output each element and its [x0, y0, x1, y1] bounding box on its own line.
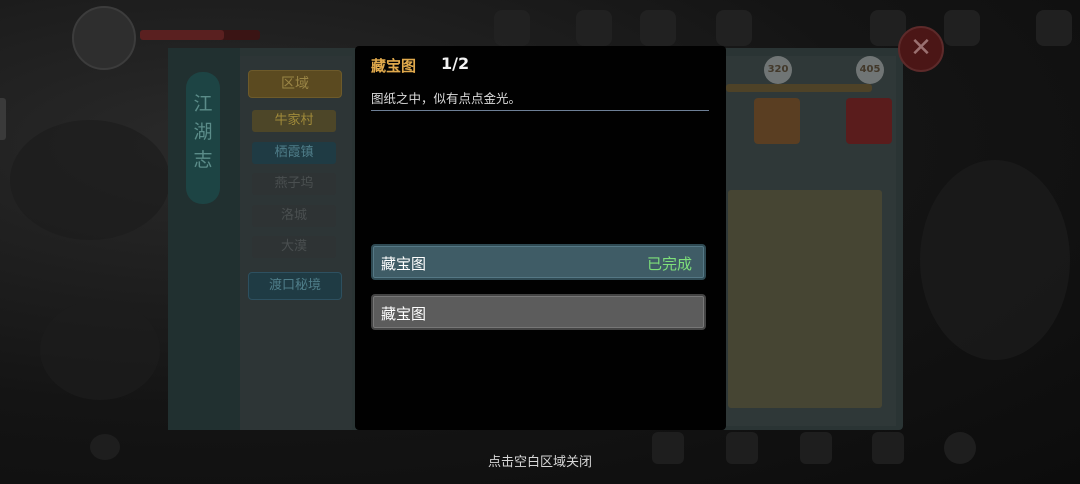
region-header: 区域 [248, 70, 342, 98]
quest-step-status: 已完成 [646, 255, 692, 273]
top-menu-icon [494, 10, 530, 46]
backdrop-decoration [10, 120, 170, 240]
quest-step-label: 藏宝图 [381, 305, 427, 323]
popup-title: 藏宝图 [371, 57, 417, 75]
region-map [728, 190, 882, 408]
quest-step-label: 藏宝图 [381, 255, 427, 273]
region-item: 洛城 [252, 205, 336, 227]
side-collapse-handle [0, 98, 6, 140]
popup-divider [371, 110, 709, 111]
score-bubble: 405 [856, 56, 884, 84]
top-menu-icon [1036, 10, 1072, 46]
player-avatar [72, 6, 136, 70]
close-icon: ✕ [910, 33, 932, 63]
secret-area-button: 渡口秘境 [248, 272, 342, 300]
reward-chest [846, 98, 892, 144]
top-menu-icon [944, 10, 980, 46]
quest-step-completed[interactable]: 藏宝图 已完成 [371, 244, 706, 280]
player-hp-bar [140, 30, 260, 40]
region-item: 牛家村 [252, 110, 336, 132]
region-item: 大漠 [252, 236, 336, 258]
quest-step-pending[interactable]: 藏宝图 [371, 294, 706, 330]
top-menu-icon [576, 10, 612, 46]
score-bubble: 320 [764, 56, 792, 84]
region-item: 栖霞镇 [252, 142, 336, 164]
treasure-map-popup: 藏宝图 1/2 图纸之中，似有点点金光。 藏宝图 已完成 藏宝图 [355, 46, 726, 430]
backdrop-decoration [40, 300, 160, 400]
backdrop-decoration [920, 160, 1070, 360]
popup-description: 图纸之中，似有点点金光。 [371, 91, 522, 106]
journal-title: 江湖志 [186, 72, 220, 204]
reward-chest [754, 98, 800, 144]
top-menu-icon [640, 10, 676, 46]
top-menu-icon [716, 10, 752, 46]
close-hint: 点击空白区域关闭 [487, 455, 592, 470]
popup-progress-count: 1/2 [441, 54, 470, 73]
region-item: 燕子坞 [252, 173, 336, 195]
journal-close-button: ✕ [898, 26, 944, 72]
journal-progress-bar [726, 84, 872, 92]
